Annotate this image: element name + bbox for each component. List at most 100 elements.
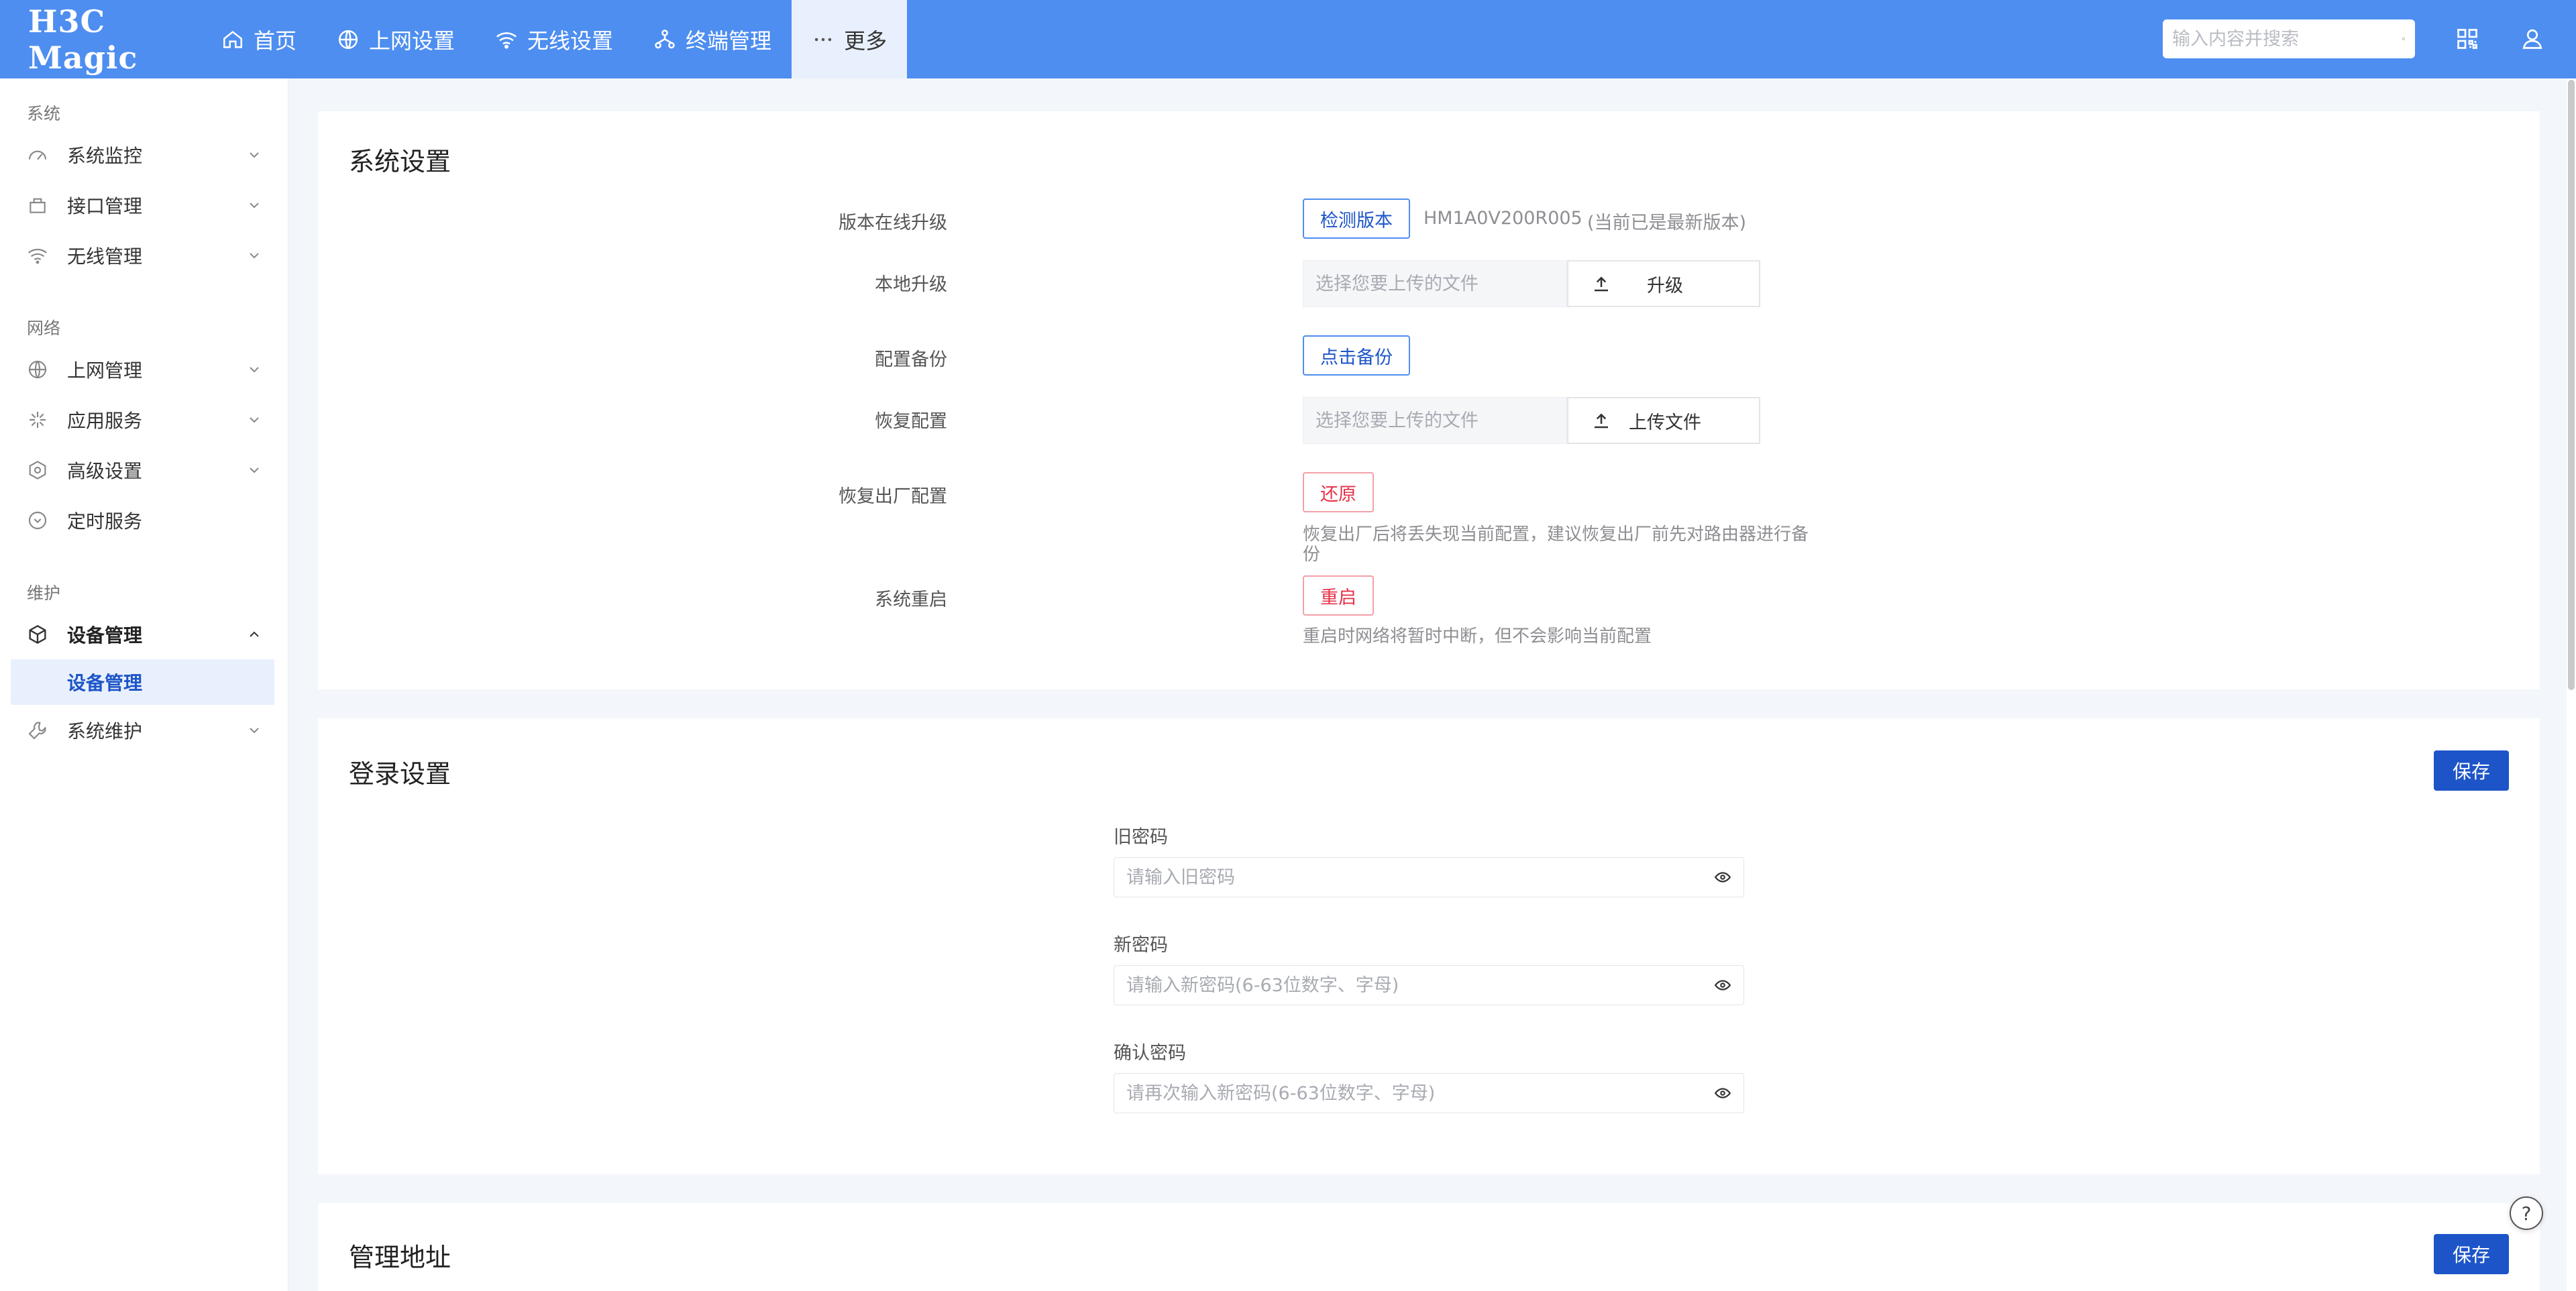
new-password-field <box>1114 965 1744 1005</box>
chevron-down-icon <box>250 727 259 733</box>
upgrade-button[interactable]: 升级 <box>1567 260 1760 307</box>
eye-icon[interactable] <box>1714 976 1731 994</box>
chevron-down-icon <box>250 467 259 473</box>
upload-icon <box>1595 413 1608 429</box>
upload-file-button-label: 上传文件 <box>1629 412 1701 433</box>
old-password-label: 旧密码 <box>1114 827 1168 848</box>
user-icon[interactable] <box>2520 27 2544 51</box>
chevron-down-icon <box>250 416 259 423</box>
sidebar-item-wireless-management[interactable]: 无线管理 <box>0 230 288 280</box>
devices-icon <box>655 29 675 48</box>
globe-icon <box>28 360 47 378</box>
logo[interactable]: H3C Magic <box>0 0 201 78</box>
search-box <box>2163 19 2415 58</box>
nav-more[interactable]: 更多 <box>792 0 908 78</box>
apps-icon <box>30 411 46 428</box>
local-upgrade-file-box: 升级 <box>1303 260 1760 307</box>
check-version-button[interactable]: 检测版本 <box>1303 199 1410 239</box>
local-upgrade-label: 本地升级 <box>875 274 947 295</box>
upgrade-file-input[interactable] <box>1303 260 1567 307</box>
backup-label: 配置备份 <box>875 349 947 370</box>
sidebar-item-scheduled-services[interactable]: 定时服务 <box>0 495 288 545</box>
home-icon <box>223 30 243 48</box>
restore-config-file-box: 上传文件 <box>1303 397 1760 444</box>
new-password-input[interactable] <box>1126 974 1714 996</box>
confirm-password-label: 确认密码 <box>1114 1043 1186 1064</box>
sidebar: 系统 系统监控 接口管理 无线管理 网络 上网管理 应用服务 高级设置 定时服务… <box>0 78 288 1291</box>
chevron-down-icon <box>250 152 259 158</box>
backup-button[interactable]: 点击备份 <box>1303 335 1410 376</box>
globe-icon <box>338 30 358 49</box>
scrollbar-thumb[interactable] <box>2568 80 2575 690</box>
confirm-password-field <box>1114 1073 1744 1113</box>
factory-reset-label: 恢复出厂配置 <box>839 486 947 507</box>
search-input[interactable] <box>2172 28 2402 50</box>
qr-code-icon[interactable] <box>2455 27 2479 51</box>
chevron-down-icon <box>250 202 259 208</box>
sidebar-group-system: 系统 <box>27 104 61 123</box>
nav-wireless-settings[interactable]: 无线设置 <box>475 0 633 78</box>
sidebar-item-label: 系统监控 <box>67 144 143 167</box>
login-settings-card: 登录设置 保存 旧密码 新密码 确认密码 <box>318 718 2540 1174</box>
address-save-button[interactable]: 保存 <box>2434 1234 2509 1274</box>
chevron-up-icon <box>250 631 259 637</box>
hexagon-gear-icon <box>29 460 46 480</box>
sidebar-item-internet-management[interactable]: 上网管理 <box>0 344 288 394</box>
nav-home-label: 首页 <box>254 27 297 54</box>
chevron-down-icon <box>250 252 259 258</box>
help-icon[interactable]: ? <box>2510 1196 2543 1230</box>
sidebar-item-system-monitor[interactable]: 系统监控 <box>0 129 288 180</box>
nav-wireless-settings-label: 无线设置 <box>527 27 614 54</box>
old-password-field <box>1114 857 1744 897</box>
online-upgrade-label: 版本在线升级 <box>839 213 947 233</box>
upgrade-button-label: 升级 <box>1647 275 1683 296</box>
nav-internet-settings[interactable]: 上网设置 <box>317 0 475 78</box>
cube-icon <box>29 624 46 644</box>
system-settings-title: 系统设置 <box>349 147 451 176</box>
upload-file-button[interactable]: 上传文件 <box>1567 397 1760 444</box>
nav-more-label: 更多 <box>844 27 888 54</box>
sidebar-item-label: 上网管理 <box>67 359 143 382</box>
nav-home[interactable]: 首页 <box>201 0 317 78</box>
eye-icon[interactable] <box>1714 1084 1731 1102</box>
sidebar-item-label: 定时服务 <box>67 510 143 532</box>
wifi-icon <box>496 32 517 49</box>
reboot-hint: 重启时网络将暂时中断，但不会影响当前配置 <box>1303 626 1652 647</box>
management-address-title: 管理地址 <box>349 1243 451 1272</box>
factory-reset-hint: 恢复出厂后将丢失现当前配置，建议恢复出厂前先对路由器进行备份 <box>1303 524 1809 565</box>
clock-icon <box>28 511 47 529</box>
nav-terminal-management[interactable]: 终端管理 <box>633 0 792 78</box>
restore-file-input[interactable] <box>1303 397 1567 444</box>
management-address-card: 管理地址 保存 <box>318 1203 2540 1291</box>
eye-icon[interactable] <box>1714 868 1731 886</box>
gauge-icon <box>28 150 47 160</box>
reboot-button[interactable]: 重启 <box>1303 575 1374 616</box>
sidebar-subitem-device-management[interactable]: 设备管理 <box>11 659 274 705</box>
interface-icon <box>30 198 46 213</box>
nav-terminal-management-label: 终端管理 <box>686 27 772 54</box>
sidebar-item-label: 设备管理 <box>67 624 143 647</box>
nav-internet-settings-label: 上网设置 <box>369 27 455 54</box>
sidebar-item-label: 系统维护 <box>67 720 143 742</box>
search-icon[interactable] <box>2402 29 2406 49</box>
reboot-label: 系统重启 <box>875 590 947 610</box>
sidebar-item-advanced-settings[interactable]: 高级设置 <box>0 445 288 495</box>
top-bar: H3C Magic 首页 上网设置 无线设置 终端管理 更多 <box>0 0 2576 78</box>
chevron-down-icon <box>250 366 259 372</box>
sidebar-item-label: 接口管理 <box>67 194 143 217</box>
restore-config-label: 恢复配置 <box>875 411 947 432</box>
sidebar-item-app-services[interactable]: 应用服务 <box>0 394 288 445</box>
login-save-button[interactable]: 保存 <box>2434 750 2509 791</box>
wrench-icon <box>28 721 46 740</box>
sidebar-item-interface-management[interactable]: 接口管理 <box>0 180 288 230</box>
sidebar-item-label: 高级设置 <box>67 459 143 482</box>
confirm-password-input[interactable] <box>1126 1082 1714 1104</box>
main-nav: 首页 上网设置 无线设置 终端管理 更多 <box>201 0 908 78</box>
sidebar-item-system-maintenance[interactable]: 系统维护 <box>0 705 288 755</box>
factory-reset-button[interactable]: 还原 <box>1303 472 1374 512</box>
sidebar-group-network: 网络 <box>27 319 61 338</box>
sidebar-item-device-management[interactable]: 设备管理 <box>0 609 288 659</box>
sidebar-item-label: 应用服务 <box>67 409 143 432</box>
old-password-input[interactable] <box>1126 866 1714 888</box>
version-status: (当前已是最新版本) <box>1587 213 1747 233</box>
